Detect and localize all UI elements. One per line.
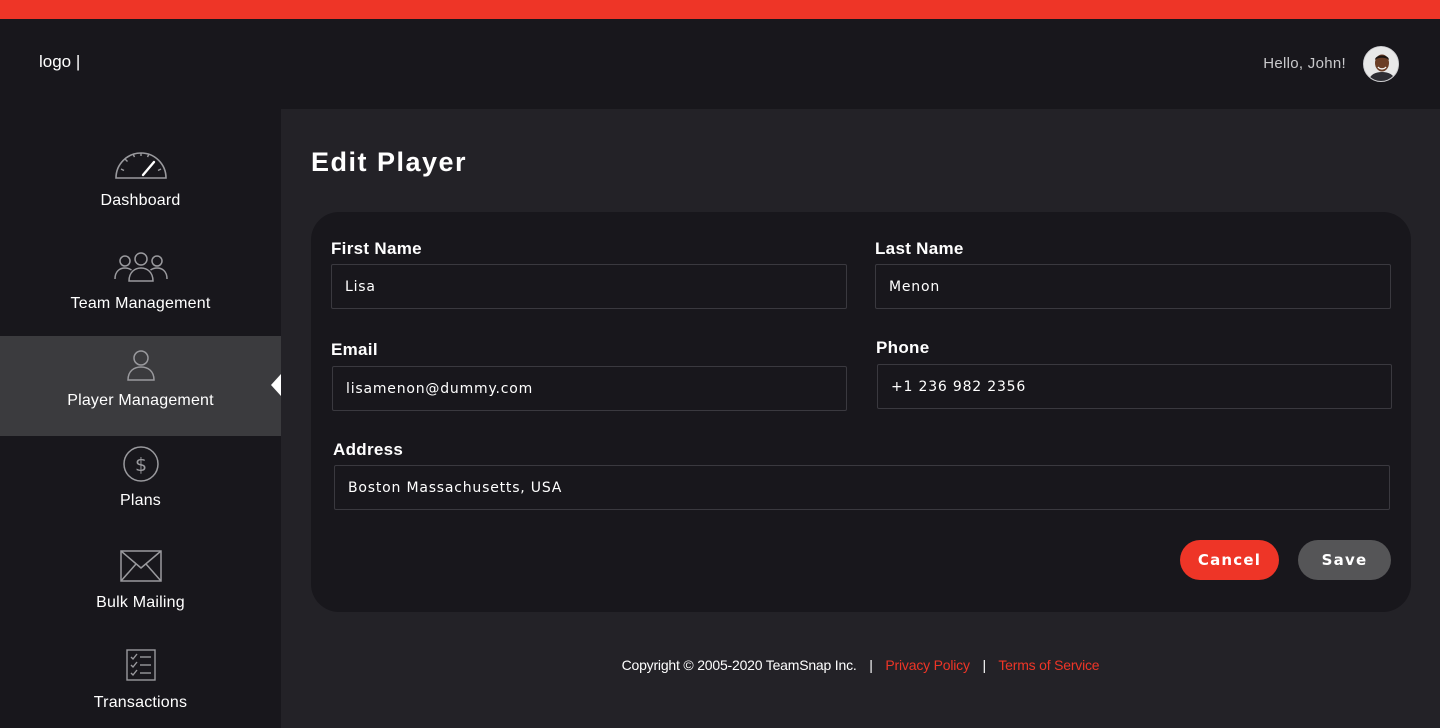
app-header: logo | Hello, John!: [0, 19, 1440, 109]
sidebar-item-label: Dashboard: [100, 192, 181, 209]
footer: Copyright © 2005-2020 TeamSnap Inc. | Pr…: [281, 657, 1440, 673]
user-avatar[interactable]: [1363, 46, 1399, 82]
user-icon: [126, 350, 155, 381]
speedometer-icon: [114, 152, 167, 179]
sidebar-item-team-management[interactable]: Team Management: [0, 212, 281, 312]
copyright-text: Copyright © 2005-2020 TeamSnap Inc.: [621, 657, 857, 673]
cancel-button[interactable]: Cancel: [1180, 540, 1279, 580]
first-name-label: First Name: [331, 239, 422, 258]
page-title: Edit Player: [311, 147, 468, 177]
top-accent-bar: [0, 0, 1440, 19]
dollar-icon: $: [122, 446, 159, 482]
sidebar-item-label: Bulk Mailing: [96, 594, 185, 611]
sidebar-item-plans[interactable]: $ Plans: [0, 436, 281, 536]
sidebar: Dashboard Team Management Player Managem…: [0, 109, 281, 728]
edit-player-form: First Name Last Name Email Phone Address…: [311, 212, 1411, 612]
save-button[interactable]: Save: [1298, 540, 1391, 580]
avatar-icon: [1364, 47, 1398, 81]
sidebar-item-label: Player Management: [67, 392, 214, 409]
last-name-input[interactable]: [875, 264, 1391, 309]
email-input[interactable]: [332, 366, 847, 411]
active-pointer-icon: [271, 374, 281, 396]
envelope-icon: [119, 550, 162, 582]
email-label: Email: [331, 340, 378, 359]
phone-input[interactable]: [877, 364, 1392, 409]
address-input[interactable]: [334, 465, 1390, 510]
footer-separator: |: [982, 657, 986, 673]
first-name-input[interactable]: [331, 264, 847, 309]
user-greeting: Hello, John!: [1263, 55, 1346, 72]
svg-text:$: $: [134, 454, 146, 476]
sidebar-item-dashboard[interactable]: Dashboard: [0, 109, 281, 209]
sidebar-item-label: Team Management: [70, 295, 211, 312]
last-name-label: Last Name: [875, 239, 964, 258]
sidebar-item-label: Transactions: [93, 694, 188, 711]
phone-label: Phone: [876, 338, 930, 357]
team-icon: [113, 252, 168, 282]
sidebar-item-transactions[interactable]: Transactions: [0, 636, 281, 728]
checklist-icon: [125, 649, 156, 681]
address-label: Address: [333, 440, 404, 459]
terms-of-service-link[interactable]: Terms of Service: [998, 657, 1099, 673]
sidebar-item-bulk-mailing[interactable]: Bulk Mailing: [0, 536, 281, 636]
main-content: Edit Player First Name Last Name Email P…: [281, 109, 1440, 728]
logo[interactable]: logo |: [39, 52, 80, 72]
sidebar-item-player-management[interactable]: Player Management: [0, 336, 281, 436]
privacy-policy-link[interactable]: Privacy Policy: [885, 657, 970, 673]
sidebar-item-label: Plans: [119, 492, 162, 509]
footer-separator: |: [869, 657, 873, 673]
